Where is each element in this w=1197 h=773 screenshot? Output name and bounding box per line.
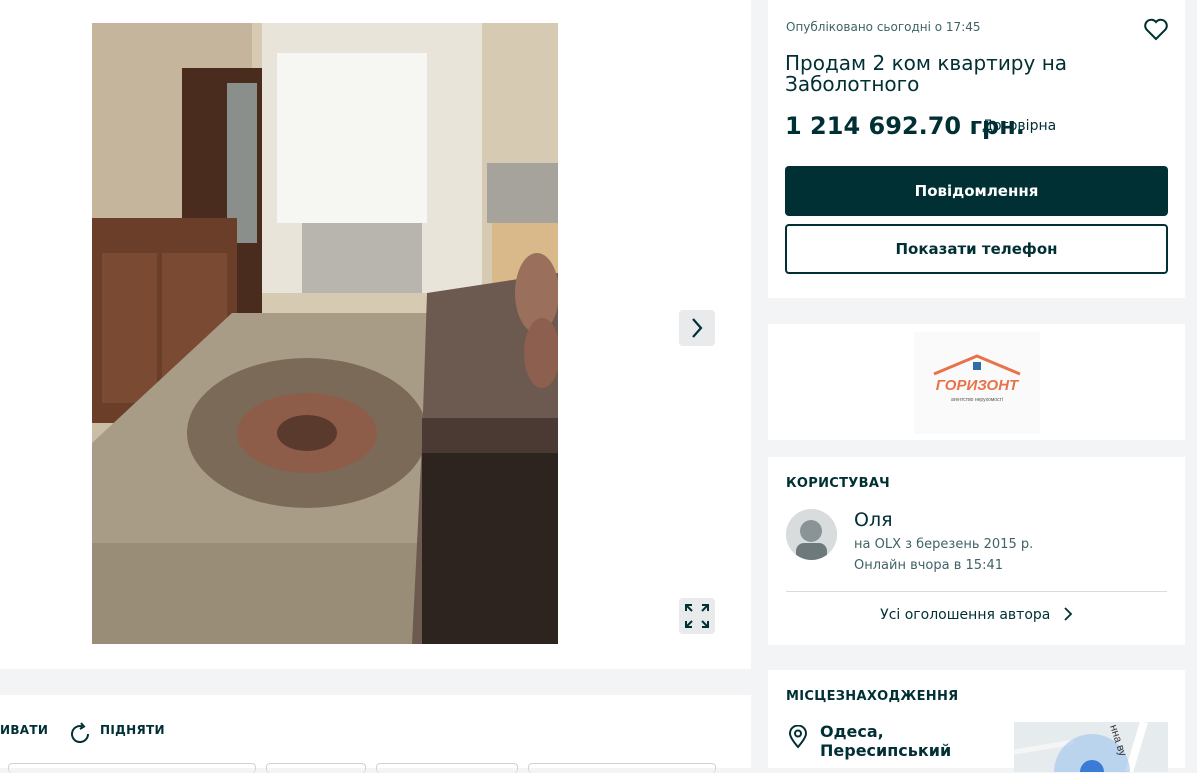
agency-card: ГОРИЗОНТ агентство нерухомості (768, 324, 1185, 440)
divider (786, 591, 1167, 592)
next-photo-button[interactable] (679, 310, 715, 346)
user-heading: КОРИСТУВАЧ (786, 476, 890, 491)
chevron-right-icon (692, 318, 703, 338)
show-phone-button[interactable]: Показати телефон (785, 224, 1168, 274)
user-name: Оля (854, 509, 893, 531)
agency-logo[interactable]: ГОРИЗОНТ агентство нерухомості (914, 332, 1040, 434)
photo-gallery (0, 0, 751, 669)
fullscreen-button[interactable] (679, 598, 715, 634)
listing-photo[interactable] (92, 23, 558, 644)
action-chip[interactable] (528, 763, 716, 773)
user-card: КОРИСТУВАЧ Оля на OLX з березень 2015 р.… (768, 457, 1185, 645)
svg-text:ГОРИЗОНТ: ГОРИЗОНТ (936, 377, 1020, 394)
raise-action[interactable]: ПІДНЯТИ (100, 723, 165, 737)
avatar[interactable] (786, 509, 837, 560)
listing-title: Продам 2 ком квартиру на Заболотного (785, 51, 1068, 96)
district-name: Пересипський (820, 741, 952, 760)
member-since: на OLX з березень 2015 р. (854, 537, 1034, 552)
owner-actions: ИВАТИ ПІДНЯТИ (0, 695, 751, 768)
message-button[interactable]: Повідомлення (785, 166, 1168, 216)
all-ads-link[interactable]: Усі оголошення автора (768, 607, 1185, 623)
refresh-icon (71, 722, 90, 743)
expand-icon (685, 604, 709, 628)
heart-icon[interactable] (1143, 16, 1169, 42)
posted-date: Опубліковано сьогодні о 17:45 (786, 20, 981, 34)
all-ads-label: Усі оголошення автора (880, 607, 1051, 623)
listing-summary: Опубліковано сьогодні о 17:45 Продам 2 к… (768, 0, 1185, 298)
location-city: Одеса, Пересипський (820, 722, 951, 760)
action-chip[interactable] (266, 763, 366, 773)
chevron-right-icon (1064, 607, 1073, 621)
action-chip[interactable] (376, 763, 518, 773)
svg-text:агентство нерухомості: агентство нерухомості (951, 397, 1003, 403)
location-heading: МІСЦЕЗНАХОДЖЕННЯ (786, 689, 959, 704)
location-card: МІСЦЕЗНАХОДЖЕННЯ Одеса, Пересипський нна… (768, 670, 1185, 772)
edit-action[interactable]: ИВАТИ (0, 723, 48, 737)
location-pin-icon (788, 725, 808, 749)
last-online: Онлайн вчора в 15:41 (854, 558, 1003, 573)
negotiable-label: Договірна (982, 118, 1057, 134)
city-name: Одеса, (820, 722, 884, 741)
location-map[interactable]: нна ву (1014, 722, 1168, 772)
action-chip[interactable] (8, 763, 256, 773)
